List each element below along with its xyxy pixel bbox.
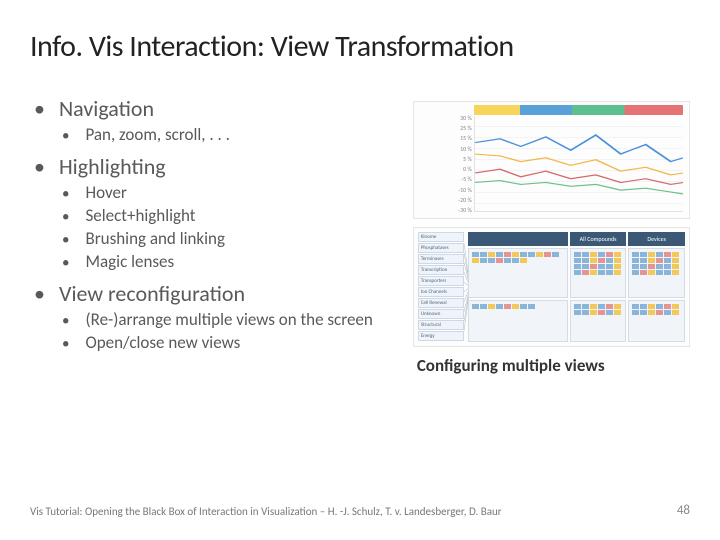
bullet-dot-icon: • [62, 127, 69, 145]
bullet-dot-icon: • [62, 335, 69, 353]
bullet-dot-icon: • [62, 208, 69, 226]
sub-list: • Hover • Select+highlight • Brushing and l… [34, 182, 405, 272]
sub-item: • Open/close new views [62, 332, 405, 353]
figure-column: 30 % 25 % 15 % 10 % 5 % 0 % -5 % -10 % -… [413, 95, 690, 376]
panel-head-spacer [468, 232, 568, 246]
box: Transporters [418, 276, 464, 286]
category-boxes: Kinome Phosphatases Terminases Transcrip… [418, 232, 464, 342]
content-row: • Navigation • Pan, zoom, scroll, . . . •… [30, 95, 690, 376]
box: Phosphatases [418, 243, 464, 253]
tick: -10 % [418, 186, 472, 194]
bullet-dot-icon: • [34, 98, 45, 120]
bullet-list: • Navigation • Pan, zoom, scroll, . . . •… [30, 95, 405, 353]
sub-item: • Magic lenses [62, 251, 405, 272]
panel-grid: All Compounds Devices [468, 232, 685, 342]
box: Ion Channels [418, 287, 464, 297]
figure-timeseries: 30 % 25 % 15 % 10 % 5 % 0 % -5 % -10 % -… [413, 101, 690, 219]
bullet-dot-icon: • [62, 185, 69, 203]
sub-item: • Pan, zoom, scroll, . . . [62, 124, 405, 145]
bullet-dot-icon: • [62, 254, 69, 272]
bullet-navigation: • Navigation • Pan, zoom, scroll, . . . [34, 95, 405, 145]
sub-item: • Brushing and linking [62, 228, 405, 249]
bullet-view-reconfiguration: • View reconfiguration • (Re-)arrange mul… [34, 280, 405, 353]
bullet-highlighting: • Highlighting • Hover • Select+highlight … [34, 153, 405, 272]
tick: 15 % [418, 134, 472, 142]
box: Unknown [418, 309, 464, 319]
bullet-dot-icon: • [62, 231, 69, 249]
sub-text: Brushing and linking [85, 228, 225, 249]
bullet-text: View reconfiguration [59, 280, 245, 307]
panel-cell [468, 300, 568, 342]
box: Transcription [418, 265, 464, 275]
tick: 0 % [418, 165, 472, 173]
bullet-dot-icon: • [62, 312, 69, 330]
bullet-label: • Highlighting [34, 153, 405, 180]
panel-head: Devices [628, 232, 685, 246]
sub-item: • Select+highlight [62, 205, 405, 226]
sub-list: • Pan, zoom, scroll, . . . [34, 124, 405, 145]
plot-area [474, 116, 683, 212]
tick: 25 % [418, 124, 472, 132]
sub-text: Open/close new views [85, 332, 240, 353]
bullet-column: • Navigation • Pan, zoom, scroll, . . . •… [30, 95, 413, 376]
bullet-dot-icon: • [34, 283, 45, 305]
panel-cell [628, 300, 685, 342]
sub-text: Select+highlight [85, 205, 195, 226]
panel-cell [570, 300, 627, 342]
y-axis-labels: 30 % 25 % 15 % 10 % 5 % 0 % -5 % -10 % -… [418, 114, 472, 214]
tick: 5 % [418, 155, 472, 163]
tick: -30 % [418, 206, 472, 214]
panel-cell [570, 248, 627, 298]
tick: -5 % [418, 175, 472, 183]
bullet-text: Navigation [59, 95, 154, 122]
footer-text: Vis Tutorial: Opening the Black Box of I… [30, 505, 502, 518]
box: Structural [418, 320, 464, 330]
box: Kinome [418, 232, 464, 242]
panel-cell [628, 248, 685, 298]
figure-dashboard: Kinome Phosphatases Terminases Transcrip… [413, 227, 690, 347]
panel-head: All Compounds [570, 232, 627, 246]
bullet-text: Highlighting [59, 153, 166, 180]
box: Terminases [418, 254, 464, 264]
sub-text: Pan, zoom, scroll, . . . [85, 124, 229, 145]
panel-cell [468, 248, 568, 298]
box: Energy [418, 331, 464, 341]
footer: Vis Tutorial: Opening the Black Box of I… [30, 503, 690, 518]
sub-text: Hover [85, 182, 126, 203]
sub-list: • (Re-)arrange multiple views on the scre… [34, 309, 405, 353]
bullet-label: • Navigation [34, 95, 405, 122]
box: Cell Renewal [418, 298, 464, 308]
bullet-label: • View reconfiguration [34, 280, 405, 307]
tick: 30 % [418, 114, 472, 122]
sub-item: • Hover [62, 182, 405, 203]
tick: 10 % [418, 145, 472, 153]
line-chart-icon [475, 116, 683, 211]
tick: -20 % [418, 196, 472, 204]
sub-text: Magic lenses [85, 251, 174, 272]
figure-caption: Configuring multiple views [417, 355, 690, 376]
sub-item: • (Re-)arrange multiple views on the scre… [62, 309, 405, 330]
sub-text: (Re-)arrange multiple views on the scree… [85, 309, 372, 330]
legend-strip [474, 105, 683, 115]
page-number: 48 [677, 503, 690, 518]
slide-title: Info. Vis Interaction: View Transformati… [30, 28, 690, 65]
bullet-dot-icon: • [34, 156, 45, 178]
slide: Info. Vis Interaction: View Transformati… [0, 0, 720, 540]
